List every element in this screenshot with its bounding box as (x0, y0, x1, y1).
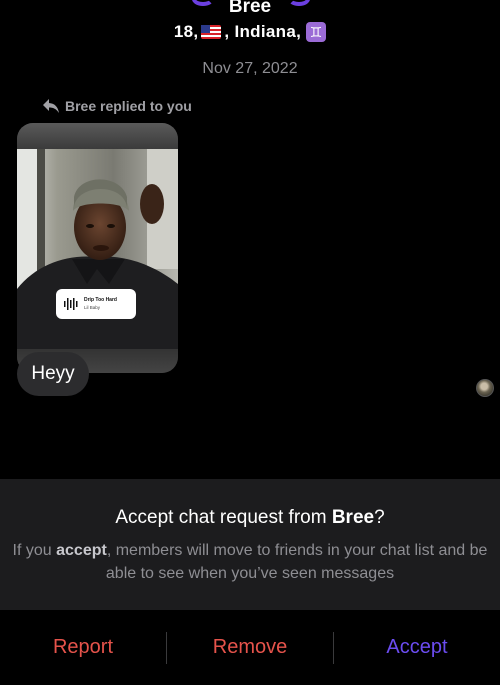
request-title: Accept chat request from Bree? (0, 507, 500, 529)
music-sticker[interactable]: Drip Too Hard Lil Baby (56, 289, 136, 319)
us-flag-icon (201, 25, 222, 39)
request-title-suffix: ? (374, 507, 385, 528)
song-title: Drip Too Hard (84, 296, 117, 303)
request-description: If you accept, members will move to frie… (0, 539, 500, 585)
message-bubble[interactable]: Heyy (17, 352, 89, 396)
profile-name[interactable]: Bree (0, 0, 500, 18)
remove-button[interactable]: Remove (167, 610, 333, 685)
song-info: Drip Too Hard Lil Baby (84, 296, 117, 311)
selfie-photo (17, 149, 178, 349)
request-title-prefix: Accept chat request from (115, 507, 332, 528)
gemini-icon: ♊ (306, 22, 327, 42)
profile-info: 18, , Indiana, ♊ (0, 22, 500, 42)
reply-note: Bree replied to you (42, 98, 192, 114)
song-artist: Lil Baby (84, 304, 101, 310)
request-desc-prefix: If you (12, 542, 57, 559)
report-button[interactable]: Report (0, 610, 166, 685)
read-receipt-avatar (476, 379, 494, 397)
accept-button[interactable]: Accept (334, 610, 500, 685)
profile-location: , Indiana, (224, 22, 302, 41)
request-desc-bold: accept (56, 542, 107, 559)
chat-request-panel: Accept chat request from Bree? If you ac… (0, 479, 500, 610)
reply-icon (43, 99, 59, 113)
audio-wave-icon (64, 298, 78, 310)
action-bar: Report Remove Accept (0, 610, 500, 685)
profile-age: 18, (173, 22, 199, 41)
card-header (17, 123, 178, 149)
reply-note-label: Bree replied to you (65, 98, 192, 114)
request-title-name: Bree (331, 507, 375, 528)
chat-screen: Bree 18, , Indiana, ♊ Nov 27, 2022 Bree … (0, 0, 500, 685)
request-desc-suffix: , members will move to friends in your c… (105, 542, 488, 582)
story-reply-card[interactable]: Drip Too Hard Lil Baby (17, 123, 178, 373)
chat-date: Nov 27, 2022 (202, 60, 298, 77)
